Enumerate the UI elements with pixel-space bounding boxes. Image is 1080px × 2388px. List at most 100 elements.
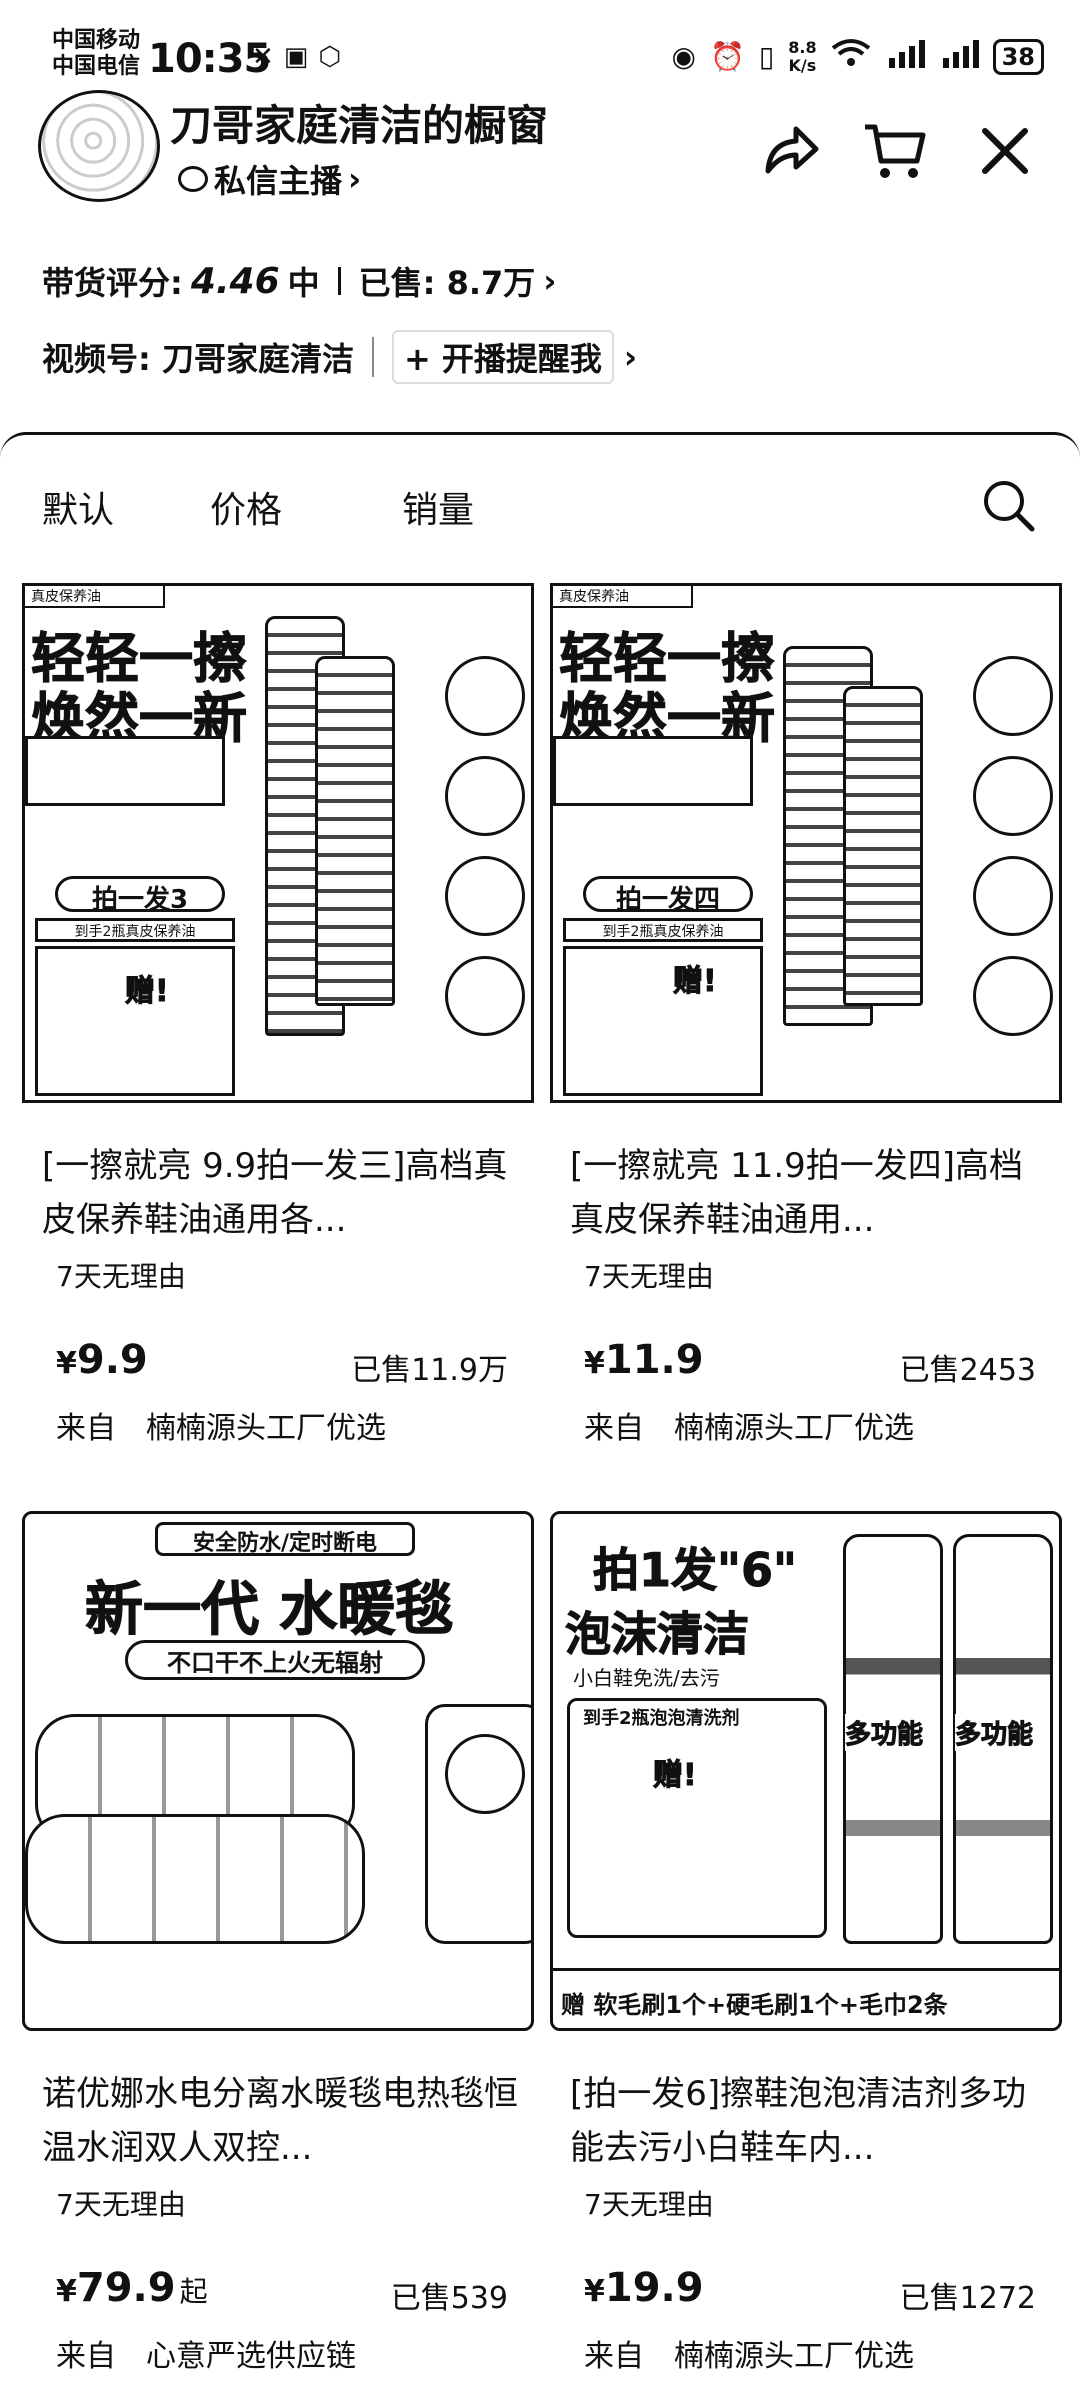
gift-label: 赠! xyxy=(673,964,718,1000)
channel-row: 视频号: 刀哥家庭清洁 + 开播提醒我 › xyxy=(42,330,637,384)
price-suffix: 起 xyxy=(179,2275,208,2308)
plus-icon: + xyxy=(403,340,431,378)
product-name[interactable]: [拍一发6]擦鞋泡泡清洁剂多功能去污小白鞋车内... xyxy=(550,2067,1062,2175)
product-price: ¥19.9 xyxy=(584,2265,708,2311)
shop-rating-row[interactable]: 带货评分: 4.46 中 已售: 8.7万 › xyxy=(42,258,556,304)
gift-bundle-banner: 赠 软毛刷1个+硬毛刷1个+毛巾2条 xyxy=(553,1968,1059,2028)
tab-price[interactable]: 价格 xyxy=(210,481,282,533)
price-value: 19.9 xyxy=(604,2265,704,2311)
promo-badge: 拍一发3 xyxy=(55,876,225,915)
net-speed: 8.8 K/s xyxy=(788,38,817,75)
product-source: 来自 楠楠源头工厂优选 xyxy=(22,1403,534,1447)
cart-icon xyxy=(865,124,926,178)
rating-score: 4.46 xyxy=(190,260,280,302)
eye-icon: ◉ xyxy=(671,40,696,73)
source-label: 来自 xyxy=(584,2339,644,2374)
product-name[interactable]: 诺优娜水电分离水暖毯电热毯恒温水润双人双控... xyxy=(22,2067,534,2175)
message-host-link[interactable]: 私信主播 › xyxy=(178,156,361,202)
tab-sales[interactable]: 销量 xyxy=(402,481,474,533)
shop-avatar[interactable] xyxy=(38,90,160,202)
image-panel xyxy=(25,736,225,806)
system-icons: ◉ ⏰ ▯ 8.8 K/s 38 xyxy=(672,38,1044,75)
sold-count: 已售11.9万 xyxy=(351,1353,508,1388)
gift-label: 赠! xyxy=(653,1758,698,1794)
product-name[interactable]: [一擦就亮 9.9拍一发三]高档真皮保养鞋油通用各... xyxy=(22,1139,534,1247)
message-host-label: 私信主播 xyxy=(214,162,343,200)
product-card[interactable]: 安全防水/定时断电 新一代 水暖毯 不口干不上火无辐射 诺优娜水电分离水暖毯电热… xyxy=(22,1511,534,2375)
carrier-info: 中国移动 中国电信 xyxy=(52,28,140,80)
jacket-icon xyxy=(973,956,1053,1036)
rating-level: 中 xyxy=(287,264,320,302)
cart-button[interactable] xyxy=(862,118,928,184)
price-row: ¥11.9 已售2453 xyxy=(550,1331,1062,1391)
image-badge: 真皮保养油 xyxy=(553,586,693,608)
product-sheet: 默认 价格 销量 真皮保养油 轻轻一擦 焕然一新 拍一发3 到手2瓶真皮保养油 … xyxy=(0,432,1080,2388)
sort-tabs: 默认 价格 销量 xyxy=(0,481,1080,541)
product-card[interactable]: 拍1发"6" 泡沫清洁 小白鞋免洗/去污 到手2瓶泡泡清洗剂 赠! 多功能 多功… xyxy=(550,1511,1062,2375)
sold-count: 已售1272 xyxy=(899,2281,1036,2316)
search-button[interactable] xyxy=(980,477,1036,533)
alarm-icon: ⏰ xyxy=(709,40,745,73)
product-price: ¥79.9 起 xyxy=(56,2265,208,2311)
shoe-icon xyxy=(973,656,1053,736)
product-price: ¥9.9 xyxy=(56,1337,152,1383)
product-tube xyxy=(315,656,395,1006)
share-button[interactable] xyxy=(758,118,824,184)
bottle-label: 多功能 xyxy=(844,1714,924,1751)
sofa-icon xyxy=(445,956,525,1036)
live-reminder-button[interactable]: + 开播提醒我 xyxy=(391,330,614,384)
battery-indicator: 38 xyxy=(992,38,1044,75)
product-image[interactable]: 真皮保养油 轻轻一擦 焕然一新 拍一发四 到手2瓶真皮保养油 赠! xyxy=(550,583,1062,1103)
product-source: 来自 心意严选供应链 xyxy=(22,2331,534,2375)
blanket-illustration xyxy=(25,1814,365,1944)
product-name[interactable]: [一擦就亮 11.9拍一发四]高档真皮保养鞋油通用... xyxy=(550,1139,1062,1247)
tab-default[interactable]: 默认 xyxy=(42,481,114,533)
vibrate-icon: ▯ xyxy=(758,40,775,73)
return-policy-tag: 7天无理由 xyxy=(56,2188,186,2221)
divider xyxy=(337,267,341,295)
image-headline: 拍1发"6" xyxy=(593,1543,798,1598)
image-headline: 新一代 水暖毯 xyxy=(84,1575,454,1644)
close-icon xyxy=(982,128,1028,174)
promo-subtitle: 到手2瓶泡泡清洗剂 xyxy=(583,1708,740,1729)
shop-title: 刀哥家庭清洁的橱窗 xyxy=(170,101,549,150)
sold-count: 已售539 xyxy=(390,2281,508,2316)
jacket-icon xyxy=(445,856,525,936)
close-button[interactable] xyxy=(972,118,1038,184)
signal-icon-2 xyxy=(939,38,979,75)
chevron-right-icon[interactable]: › xyxy=(624,338,637,376)
sold-count: 已售2453 xyxy=(899,1353,1036,1388)
divider xyxy=(371,337,374,377)
shield-icon: ⬡ xyxy=(318,42,342,72)
product-card[interactable]: 真皮保养油 轻轻一擦 焕然一新 拍一发四 到手2瓶真皮保养油 赠! [一擦就亮 … xyxy=(550,583,1062,1447)
price-row: ¥79.9 起 已售539 xyxy=(22,2259,534,2319)
carrier-1: 中国移动 xyxy=(52,28,141,53)
dial-icon xyxy=(445,1734,525,1814)
product-image[interactable]: 真皮保养油 轻轻一擦 焕然一新 拍一发3 到手2瓶真皮保养油 赠! xyxy=(22,583,534,1103)
channel-label: 视频号: 刀哥家庭清洁 xyxy=(42,340,354,378)
source-name: 楠楠源头工厂优选 xyxy=(146,1411,386,1446)
price-value: 79.9 xyxy=(76,2265,176,2311)
product-price: ¥11.9 xyxy=(584,1337,708,1383)
product-image[interactable]: 拍1发"6" 泡沫清洁 小白鞋免洗/去污 到手2瓶泡泡清洗剂 赠! 多功能 多功… xyxy=(550,1511,1062,2031)
source-label: 来自 xyxy=(56,2339,116,2374)
product-card[interactable]: 真皮保养油 轻轻一擦 焕然一新 拍一发3 到手2瓶真皮保养油 赠! [一擦就亮 … xyxy=(22,583,534,1447)
status-bar: 中国移动 中国电信 10:35 ✕ ▣ ⬡ ◉ ⏰ ▯ 8.8 K/s 38 xyxy=(0,0,1080,100)
source-label: 来自 xyxy=(584,1411,644,1446)
gift-label: 赠! xyxy=(125,974,170,1010)
source-name: 楠楠源头工厂优选 xyxy=(674,1411,914,1446)
net-speed-unit: K/s xyxy=(788,55,817,75)
wifi-icon xyxy=(831,38,871,75)
chevron-right-icon: › xyxy=(543,262,557,300)
app-notification-icon: ▣ xyxy=(283,42,309,72)
promo-subtitle: 到手2瓶真皮保养油 xyxy=(563,918,763,942)
source-name: 楠楠源头工厂优选 xyxy=(674,2339,914,2374)
promo-badge: 拍一发四 xyxy=(583,876,753,915)
share-icon xyxy=(765,126,819,174)
missed-call-icon: ✕ xyxy=(252,42,274,72)
source-label: 来自 xyxy=(56,1411,116,1446)
image-headline: 泡沫清洁 xyxy=(565,1607,750,1662)
image-feature: 不口干不上火无辐射 xyxy=(125,1640,425,1680)
product-image[interactable]: 安全防水/定时断电 新一代 水暖毯 不口干不上火无辐射 xyxy=(22,1511,534,2031)
product-source: 来自 楠楠源头工厂优选 xyxy=(550,1403,1062,1447)
